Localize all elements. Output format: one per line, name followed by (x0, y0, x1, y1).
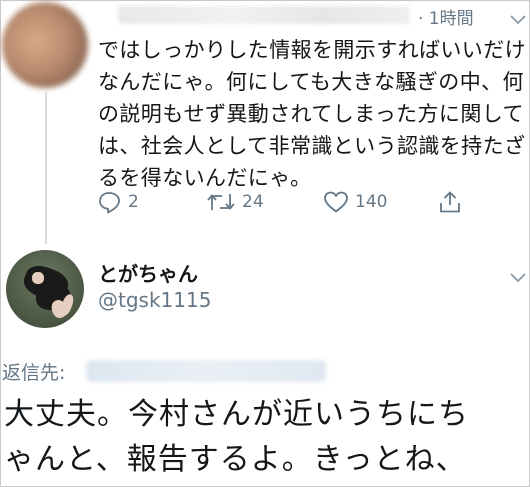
reply-count: 2 (128, 192, 139, 212)
share-button[interactable] (438, 190, 462, 214)
retweet-button[interactable]: 24 (206, 190, 264, 214)
user-handle[interactable]: @tgsk1115 (98, 288, 211, 312)
main-tweet-text-line: 大丈夫。今村さんが近いうちにち (4, 397, 469, 432)
main-tweet-text-line: ゃんと、報告するよ。きっとね、 (4, 442, 467, 477)
chevron-down-icon[interactable] (510, 268, 526, 287)
reply-to-mentions-blurred[interactable] (86, 360, 326, 382)
thread-connector-line (45, 92, 47, 244)
chevron-down-icon[interactable] (510, 10, 526, 29)
retweet-icon (207, 194, 235, 210)
tweet-text: ではしっかりした情報を開示すればいいだけ なんだにゃ。何にしても大きな騒ぎの中、… (98, 34, 530, 194)
main-tweet-text: 大丈夫。今村さんが近いうちにち ゃんと、報告するよ。きっとね、 (4, 392, 530, 482)
retweet-count: 24 (242, 192, 264, 212)
like-button[interactable]: 140 (323, 190, 387, 214)
author-name-blurred[interactable] (118, 6, 410, 24)
tweet-timestamp[interactable]: · 1時間 (418, 4, 474, 29)
user-avatar[interactable] (6, 250, 84, 328)
tweet-action-bar: 2 24 140 (0, 190, 530, 218)
tweet-text-line: なんだにゃ。何にしても大きな騒ぎの中、何 (98, 70, 524, 94)
heart-icon (324, 191, 348, 213)
reply-icon (99, 192, 120, 214)
reply-to-label: 返信先: (2, 362, 66, 384)
like-count: 140 (355, 192, 388, 212)
tweet-text-line: は、社会人として非常識という認識を持たざ (98, 134, 526, 158)
author-avatar-blurred[interactable] (2, 2, 88, 88)
tweet-text-line: ではしっかりした情報を開示すればいいだけ (98, 38, 526, 62)
display-name[interactable]: とがちゃん (98, 258, 198, 287)
tweet-text-line: の説明もせず異動されてしまった方に関して (98, 102, 524, 126)
reply-button[interactable]: 2 (98, 190, 139, 214)
share-icon (440, 191, 460, 213)
